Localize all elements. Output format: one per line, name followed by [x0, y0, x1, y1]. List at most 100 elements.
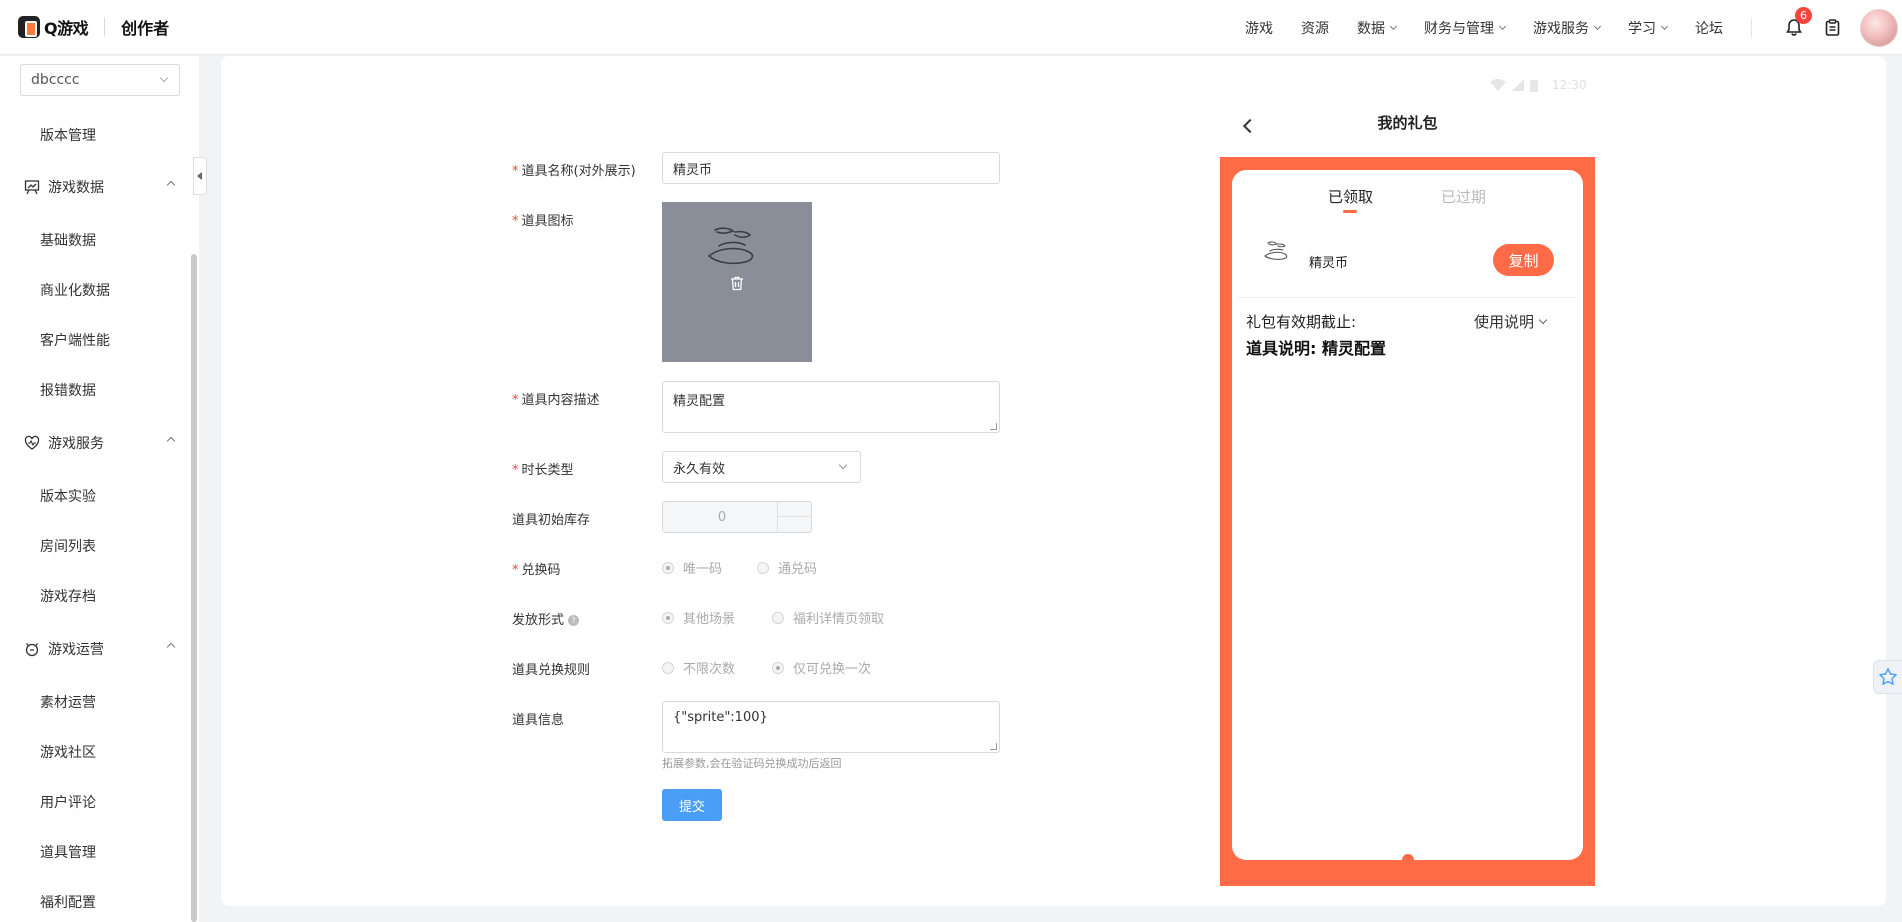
- header-divider: [104, 18, 106, 36]
- clipboard-icon: [1825, 19, 1839, 36]
- sidebar-item-item-management[interactable]: 道具管理: [40, 842, 96, 862]
- app-title: 创作者: [121, 19, 170, 38]
- project-select[interactable]: dbcccc: [20, 64, 180, 96]
- radio-universal-code[interactable]: 通兑码: [757, 558, 817, 577]
- nav-item-resources[interactable]: 资源: [1301, 18, 1329, 38]
- resize-handle[interactable]: [990, 743, 997, 750]
- copy-button[interactable]: 复制: [1493, 244, 1554, 276]
- initial-stock-stepper[interactable]: 0: [662, 501, 812, 533]
- radio-other-scene[interactable]: 其他场景: [662, 608, 735, 627]
- radio-unique-code[interactable]: 唯一码: [662, 558, 722, 577]
- sidebar: dbcccc 版本管理 游戏数据 基础数据 商业化数据 客户端性能 报错数据 游…: [0, 56, 199, 922]
- exchange-rule-label: 道具兑换规则: [512, 663, 591, 678]
- header-icons: 6: [1784, 0, 1902, 55]
- item-name-label: * 道具名称(对外展示): [512, 164, 636, 179]
- sidebar-item-version-experiment[interactable]: 版本实验: [40, 486, 96, 506]
- sidebar-scrollbar[interactable]: [191, 254, 197, 922]
- sidebar-item-game-archive[interactable]: 游戏存档: [40, 586, 96, 606]
- preview-title: 我的礼包: [1377, 114, 1438, 132]
- user-avatar[interactable]: [1860, 8, 1898, 47]
- code-label: * 兑换码: [512, 563, 561, 578]
- item-desc-label: * 道具内容描述: [512, 393, 600, 408]
- sidebar-item-welfare-config[interactable]: 福利配置: [40, 892, 96, 912]
- chevron-down-icon: [838, 460, 848, 470]
- initial-stock-label: 道具初始库存: [512, 513, 591, 528]
- radio-unlimited[interactable]: 不限次数: [662, 658, 735, 677]
- question-icon[interactable]: ?: [568, 615, 580, 626]
- nav-item-game-service[interactable]: 游戏服务: [1533, 18, 1602, 38]
- sidebar-item-material-ops[interactable]: 素材运营: [40, 692, 96, 712]
- nav-item-data[interactable]: 数据: [1357, 18, 1398, 38]
- sidebar-collapse-button[interactable]: [193, 157, 207, 195]
- top-nav: 游戏 资源 数据 财务与管理 游戏服务 学习 论坛: [1217, 0, 1752, 55]
- chevron-down-icon: [1593, 22, 1602, 30]
- home-indicator: [1402, 854, 1414, 866]
- nav-item-forum[interactable]: 论坛: [1695, 18, 1723, 38]
- sidebar-group-game-ops[interactable]: 游戏运营: [24, 639, 176, 659]
- duration-label: * 时长类型: [512, 463, 574, 478]
- radio-welfare-page[interactable]: 福利详情页领取: [772, 608, 884, 627]
- heart-pulse-icon: [24, 435, 40, 450]
- valid-until-label: 礼包有效期截止:: [1246, 313, 1357, 331]
- submit-button[interactable]: 提交: [662, 789, 722, 821]
- usage-instructions-toggle[interactable]: 使用说明: [1474, 311, 1548, 332]
- sidebar-item-basic-data[interactable]: 基础数据: [40, 230, 96, 250]
- sidebar-item-game-community[interactable]: 游戏社区: [40, 742, 96, 762]
- tasks-button[interactable]: [1822, 18, 1842, 38]
- chart-icon: [24, 180, 40, 195]
- nav-item-games[interactable]: 游戏: [1245, 18, 1273, 38]
- item-icon-label: * 道具图标: [512, 214, 574, 229]
- sidebar-item-error-data[interactable]: 报错数据: [40, 380, 96, 400]
- chevron-down-icon: [1538, 315, 1548, 324]
- main-card: [221, 56, 1886, 906]
- star-icon: [1879, 668, 1897, 685]
- chevron-up-icon: [166, 180, 176, 190]
- sidebar-item-version-management[interactable]: 版本管理: [40, 125, 96, 145]
- sidebar-item-commercial-data[interactable]: 商业化数据: [40, 280, 110, 300]
- divider: [1238, 297, 1577, 298]
- signal-icon: [1512, 79, 1524, 91]
- wifi-icon: [1490, 79, 1506, 91]
- logo[interactable]: Q游戏: [18, 15, 89, 39]
- item-info-hint: 拓展参数,会在验证码兑换成功后返回: [662, 757, 842, 770]
- notification-button[interactable]: 6: [1784, 6, 1812, 38]
- stepper-controls[interactable]: [777, 502, 812, 532]
- phone-preview: 已领取 已过期 精灵币 复制 礼包有效期截止: 使用说明 道具说明: 精灵配置: [1220, 157, 1595, 886]
- trash-icon[interactable]: [730, 276, 744, 291]
- logo-text: Q游戏: [44, 19, 89, 38]
- item-info-label: 道具信息: [512, 713, 565, 728]
- nav-item-learn[interactable]: 学习: [1628, 18, 1669, 38]
- favorite-button[interactable]: [1873, 660, 1902, 694]
- tab-expired[interactable]: 已过期: [1441, 186, 1486, 207]
- item-name-input[interactable]: 精灵币: [662, 152, 1000, 184]
- sidebar-group-game-data[interactable]: 游戏数据: [24, 177, 176, 197]
- chevron-down-icon: [1498, 22, 1507, 30]
- item-info-textarea[interactable]: {"sprite":100}: [662, 701, 1000, 753]
- item-desc-textarea[interactable]: 精灵配置: [662, 381, 1000, 433]
- gift-name: 精灵币: [1309, 256, 1349, 271]
- item-description: 道具说明: 精灵配置: [1246, 339, 1386, 358]
- chevron-up-icon: [166, 642, 176, 652]
- sidebar-group-game-service[interactable]: 游戏服务: [24, 433, 176, 453]
- resize-handle[interactable]: [990, 423, 997, 430]
- sprite-coin-icon: [1264, 241, 1288, 260]
- tab-claimed[interactable]: 已领取: [1328, 186, 1373, 207]
- item-icon-upload[interactable]: [662, 202, 812, 362]
- sidebar-item-client-performance[interactable]: 客户端性能: [40, 330, 110, 350]
- chevron-down-icon: [1389, 22, 1398, 30]
- chevron-down-icon: [1660, 22, 1669, 30]
- top-header: Q游戏 创作者 游戏 资源 数据 财务与管理 游戏服务 学习 论坛 6: [0, 0, 1902, 55]
- gift-panel: 已领取 已过期 精灵币 复制 礼包有效期截止: 使用说明 道具说明: 精灵配置: [1232, 170, 1583, 860]
- duration-select[interactable]: 永久有效: [662, 451, 861, 483]
- sprite-image-icon: [707, 227, 754, 265]
- phone-status-bar: 12:30: [1490, 78, 1587, 92]
- logo-icon: [18, 16, 40, 38]
- radio-once-only[interactable]: 仅可兑换一次: [772, 658, 871, 677]
- gift-icon: [25, 643, 39, 657]
- sidebar-item-user-reviews[interactable]: 用户评论: [40, 792, 96, 812]
- nav-divider: [1751, 18, 1752, 37]
- nav-item-finance[interactable]: 财务与管理: [1424, 18, 1507, 38]
- notification-badge: 6: [1795, 6, 1812, 24]
- battery-icon: [1530, 79, 1538, 92]
- sidebar-item-room-list[interactable]: 房间列表: [40, 536, 96, 556]
